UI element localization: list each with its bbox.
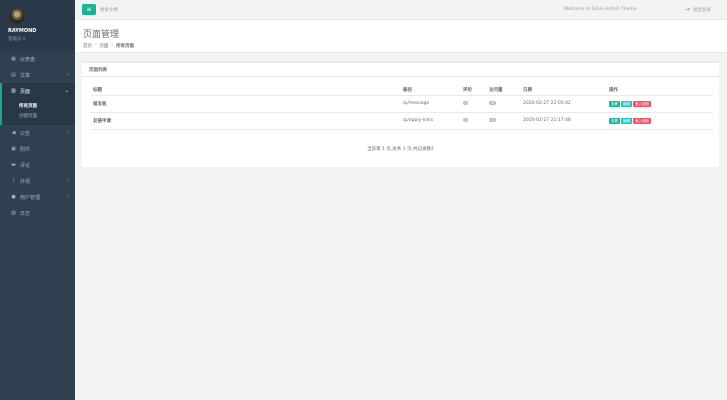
panel-title: 页面列表	[82, 63, 719, 77]
sidebar-subnav-pages: 所有页面 创建页面	[0, 99, 75, 125]
trash-button[interactable]: 丢入回收	[633, 100, 651, 107]
hamburger-icon: ≡	[86, 6, 92, 13]
username[interactable]: RAYMOND	[8, 28, 75, 34]
column-header-views: 访问量	[487, 85, 521, 96]
cell-actions: 查看 编辑 丢入回收	[607, 95, 713, 113]
file-icon: ▥	[11, 88, 16, 94]
image-icon: ▣	[11, 146, 16, 152]
breadcrumb-current: 所有页面	[116, 44, 135, 49]
cell-path: /p/message	[401, 95, 461, 113]
sidebar-item-logs[interactable]: ▧ 日志	[0, 205, 75, 221]
pages-table: 标题 路径 评论 访问量 日期 操作 留言板 /p/message 0 25 2…	[91, 85, 713, 130]
edit-button[interactable]: 编辑	[621, 100, 632, 107]
chevron-down-icon: ⌄	[64, 88, 69, 94]
sidebar-item-label: 文章	[20, 72, 31, 79]
sidebar-item-label: 公告	[20, 130, 31, 137]
views-badge: 25	[489, 101, 496, 105]
table-row: 留言板 /p/message 0 25 2020-02-27 22:05:42 …	[91, 95, 713, 113]
column-header-path: 路径	[401, 85, 461, 96]
page-list-panel: 页面列表 标题 路径 评论 访问量 日期 操作 留言板 /p/message 0…	[82, 61, 719, 167]
sidebar-item-announcements[interactable]: ◀ 公告 ‹	[0, 125, 75, 141]
user-role-dropdown[interactable]: 管理员 ▾	[8, 36, 75, 42]
cell-comments: 0	[461, 95, 487, 113]
breadcrumb-pages[interactable]: 页面	[100, 43, 109, 49]
sidebar-item-dashboard[interactable]: ▦ 仪表盘	[0, 51, 75, 67]
column-header-actions: 操作	[607, 85, 713, 96]
profile-area: RAYMOND 管理员 ▾	[0, 0, 75, 51]
view-button[interactable]: 查看	[609, 117, 620, 124]
dashboard-icon: ▦	[11, 56, 16, 62]
logout-label: 退出登录	[693, 7, 712, 13]
sidebar-subitem-create-page[interactable]: 创建页面	[2, 111, 75, 121]
breadcrumb-separator: /	[111, 43, 114, 48]
welcome-message: Welcome to SoLio Admin Theme.	[563, 7, 638, 12]
view-button[interactable]: 查看	[609, 100, 620, 107]
menu-toggle-button[interactable]: ≡	[82, 4, 96, 15]
cell-date: 2020-02-27 22:05:42	[521, 95, 607, 113]
sidebar-item-label: 日志	[20, 210, 31, 217]
page-title: 页面管理	[83, 30, 120, 40]
trash-button[interactable]: 丢入回收	[633, 117, 651, 124]
comments-badge: 0	[463, 118, 468, 122]
brush-icon: /	[12, 178, 15, 184]
sidebar-item-attachments[interactable]: ▣ 附件	[0, 141, 75, 157]
log-icon: ▧	[11, 210, 16, 216]
pagination-info: 当前第 1 页,总共 1 页,共记录数2	[367, 147, 434, 152]
sidebar-item-label: 附件	[20, 146, 31, 153]
cell-comments: 0	[461, 112, 487, 130]
sidebar-item-appearance[interactable]: / 外观 ‹	[0, 173, 75, 189]
cell-actions: 查看 编辑 丢入回收	[607, 112, 713, 130]
page-heading: 页面管理 首页 / 页面 / 所有页面	[75, 20, 727, 53]
column-header-comments: 评论	[461, 85, 487, 96]
chevron-left-icon: ‹	[67, 130, 69, 136]
cell-views: 25	[487, 95, 521, 113]
chevron-left-icon: ‹	[67, 178, 69, 184]
sidebar-item-pages[interactable]: ▥ 页面 ⌄	[0, 83, 75, 99]
breadcrumb-home[interactable]: 首页	[83, 43, 92, 49]
cell-title: 留言板	[91, 95, 401, 113]
sidebar-nav: ▦ 仪表盘 ▤ 文章 ‹ ▥ 页面 ⌄ 所有页面 创建页面 ◀ 公告 ‹ ▣ 附…	[0, 51, 75, 221]
sidebar-item-articles[interactable]: ▤ 文章 ‹	[0, 67, 75, 83]
sign-out-icon: ⇥	[685, 6, 691, 13]
column-header-date: 日期	[521, 85, 607, 96]
table-header-row: 标题 路径 评论 访问量 日期 操作	[91, 85, 713, 96]
comments-badge: 0	[463, 101, 468, 105]
sidebar-item-label: 外观	[20, 178, 31, 185]
top-navbar: ≡ Welcome to SoLio Admin Theme. ⇥ 退出登录	[75, 0, 727, 20]
cell-title: 友链申请	[91, 112, 401, 130]
book-icon: ▤	[11, 72, 16, 78]
sidebar-subitem-all-pages[interactable]: 所有页面	[2, 101, 75, 111]
chevron-left-icon: ‹	[67, 194, 69, 200]
sidebar-item-label: 评论	[20, 162, 31, 169]
cell-path: /p/apply-links	[401, 112, 461, 130]
search-input[interactable]	[100, 5, 300, 15]
bullhorn-icon: ◀	[11, 130, 16, 136]
user-icon: ●	[11, 194, 16, 200]
edit-button[interactable]: 编辑	[621, 117, 632, 124]
sidebar-item-label: 页面	[20, 88, 31, 95]
sidebar-item-label: 用户管理	[20, 194, 41, 201]
views-badge: 26	[489, 118, 496, 122]
chevron-left-icon: ‹	[67, 72, 69, 78]
sidebar-item-users[interactable]: ● 用户管理 ‹	[0, 189, 75, 205]
comment-icon: ▬	[11, 162, 16, 168]
cell-date: 2020-02-27 21:17:48	[521, 112, 607, 130]
sidebar: RAYMOND 管理员 ▾ ▦ 仪表盘 ▤ 文章 ‹ ▥ 页面 ⌄ 所有页面 创…	[0, 0, 75, 400]
sidebar-item-comments[interactable]: ▬ 评论	[0, 157, 75, 173]
logout-link[interactable]: ⇥ 退出登录	[685, 6, 725, 13]
table-row: 友链申请 /p/apply-links 0 26 2020-02-27 21:1…	[91, 112, 713, 130]
sidebar-item-label: 仪表盘	[20, 56, 36, 63]
cell-views: 26	[487, 112, 521, 130]
avatar[interactable]	[9, 8, 25, 24]
breadcrumb: 首页 / 页面 / 所有页面	[83, 43, 727, 49]
breadcrumb-separator: /	[95, 43, 97, 48]
column-header-title: 标题	[91, 85, 401, 96]
